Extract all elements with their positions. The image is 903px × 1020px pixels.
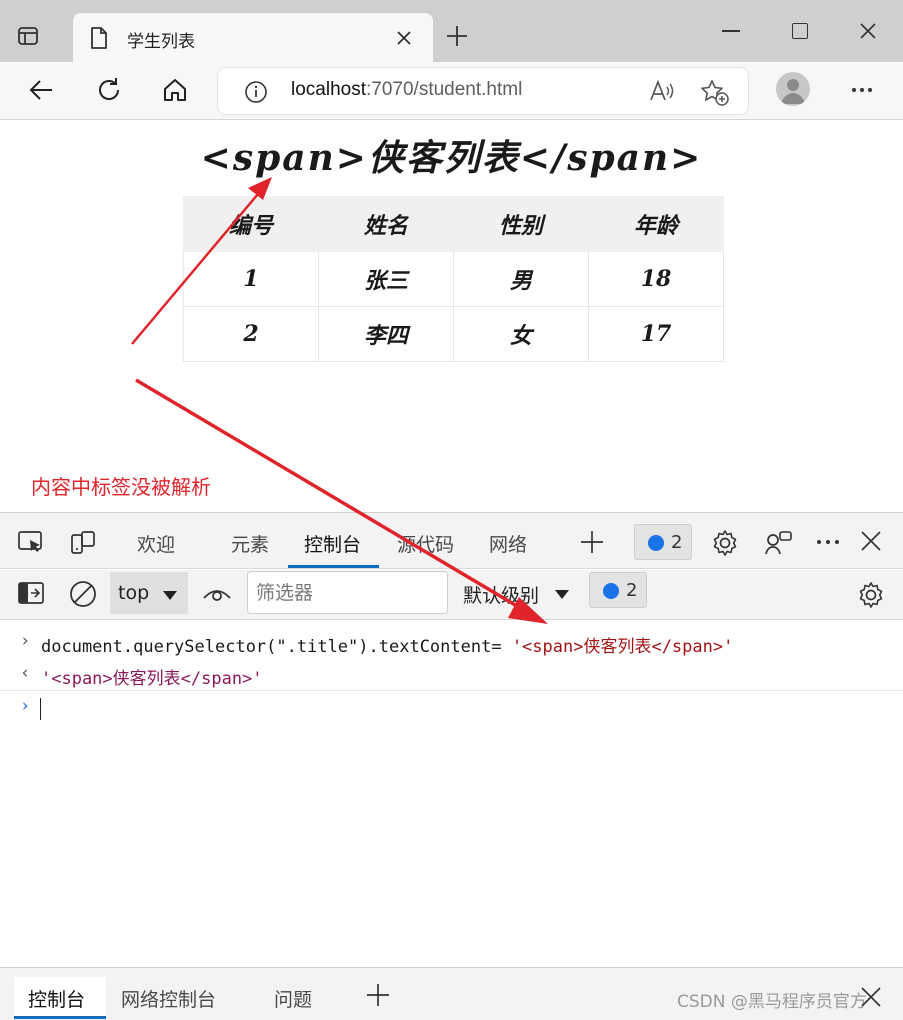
live-expression-eye-icon[interactable] xyxy=(202,583,232,609)
column-header: 性别 xyxy=(453,196,589,252)
chevron-right-icon: › xyxy=(20,631,31,651)
log-levels-dropdown[interactable]: 默认级别 xyxy=(463,581,539,608)
table-cell: 张三 xyxy=(318,251,454,307)
refresh-icon[interactable] xyxy=(95,76,123,108)
window-close-icon[interactable] xyxy=(858,21,878,45)
inspect-element-icon[interactable] xyxy=(17,529,45,559)
tab-strip: 学生列表 xyxy=(0,0,903,62)
message-icon xyxy=(648,535,664,551)
maximize-icon[interactable] xyxy=(792,23,808,39)
issues-counter-button[interactable]: 2 xyxy=(634,524,692,560)
column-header: 姓名 xyxy=(318,196,454,252)
toggle-sidebar-icon[interactable] xyxy=(17,581,45,609)
browser-toolbar: localhost:7070/student.html xyxy=(0,62,903,120)
minimize-icon[interactable] xyxy=(722,30,740,32)
watermark: CSDN @黑马程序员官方 xyxy=(677,992,867,1012)
console-code: document.querySelector(".title").textCon… xyxy=(41,637,512,657)
home-icon[interactable] xyxy=(161,76,189,108)
console-filter-bar: top 默认级别 2 xyxy=(0,570,903,620)
back-arrow-icon[interactable] xyxy=(28,76,56,108)
message-icon xyxy=(603,583,619,599)
read-aloud-icon[interactable] xyxy=(648,79,676,107)
issues-count: 2 xyxy=(626,580,638,601)
table-cell: 1 xyxy=(183,251,319,307)
clear-console-icon[interactable] xyxy=(69,580,97,612)
url-text[interactable]: localhost:7070/student.html xyxy=(291,79,522,101)
drawer-tab-issues[interactable]: 问题 xyxy=(274,985,312,1012)
caret-down-icon[interactable] xyxy=(554,586,570,605)
tab-elements[interactable]: 元素 xyxy=(231,530,269,557)
console-result-text: '<span>侠客列表</span>' xyxy=(41,669,263,689)
settings-gear-icon[interactable] xyxy=(711,529,739,561)
table-cell: 17 xyxy=(588,306,724,362)
chevron-left-icon: ‹ xyxy=(20,663,31,683)
console-input-line: › document.querySelector(".title").textC… xyxy=(0,627,903,659)
add-favorite-icon[interactable] xyxy=(700,79,730,111)
tab-actions-icon[interactable] xyxy=(16,24,52,52)
device-emulation-icon[interactable] xyxy=(69,529,97,561)
site-info-icon[interactable] xyxy=(244,80,268,108)
console-settings-gear-icon[interactable] xyxy=(857,581,885,613)
close-devtools-icon[interactable] xyxy=(859,529,883,557)
feedback-icon[interactable] xyxy=(764,529,794,561)
web-page: <span>侠客列表</span> 编号 姓名 性别 年龄 1 张三 男 18 … xyxy=(0,121,903,511)
table-cell: 18 xyxy=(588,251,724,307)
url-path: :7070/student.html xyxy=(366,79,523,100)
console-result-line: ‹ '<span>侠客列表</span>' xyxy=(0,659,903,691)
more-devtools-options-icon[interactable] xyxy=(815,529,841,559)
drawer-add-tab-icon[interactable] xyxy=(365,982,391,1012)
console-input-text: document.querySelector(".title").textCon… xyxy=(41,632,733,657)
caret-down-icon xyxy=(162,587,178,606)
close-tab-icon[interactable] xyxy=(395,29,413,51)
drawer-tab-network-console[interactable]: 网络控制台 xyxy=(121,985,216,1012)
active-tab-indicator xyxy=(288,565,379,568)
page-title: <span>侠客列表</span> xyxy=(200,137,703,179)
context-label: top xyxy=(118,582,150,604)
table-cell: 李四 xyxy=(318,306,454,362)
table-cell: 女 xyxy=(453,306,589,362)
more-tools-plus-icon[interactable] xyxy=(579,529,605,559)
table-header-row: 编号 姓名 性别 年龄 xyxy=(183,196,724,252)
address-bar[interactable]: localhost:7070/student.html xyxy=(218,68,748,114)
issues-count: 2 xyxy=(671,532,683,553)
tab-welcome[interactable]: 欢迎 xyxy=(137,530,175,557)
prompt-chevron-icon: › xyxy=(20,696,31,716)
tab-network[interactable]: 网络 xyxy=(489,530,527,557)
browser-tab[interactable]: 学生列表 xyxy=(73,13,433,62)
devtools-panel: 欢迎 元素 控制台 源代码 网络 2 top 筛选器 默认级别 2 › docu… xyxy=(0,512,903,1020)
more-options-icon[interactable] xyxy=(850,78,874,106)
new-tab-icon[interactable] xyxy=(445,24,469,52)
tab-sources[interactable]: 源代码 xyxy=(397,530,454,557)
close-drawer-icon[interactable] xyxy=(860,986,882,1012)
tab-title: 学生列表 xyxy=(127,32,195,52)
active-drawer-tab-indicator xyxy=(14,1016,106,1019)
issues-counter-button[interactable]: 2 xyxy=(589,572,647,608)
document-icon xyxy=(89,26,109,54)
column-header: 编号 xyxy=(183,196,319,252)
table-cell: 2 xyxy=(183,306,319,362)
url-host: localhost xyxy=(291,79,366,100)
student-table: 编号 姓名 性别 年龄 1 张三 男 18 2 李四 女 17 xyxy=(183,196,724,362)
annotation-label: 内容中标签没被解析 xyxy=(31,475,211,499)
devtools-tab-bar: 欢迎 元素 控制台 源代码 网络 2 xyxy=(0,513,903,569)
column-header: 年龄 xyxy=(588,196,724,252)
console-prompt-line[interactable]: › xyxy=(0,692,903,724)
drawer-tab-console[interactable]: 控制台 xyxy=(14,977,106,1019)
context-selector[interactable]: top xyxy=(110,572,188,614)
console-string: '<span>侠客列表</span>' xyxy=(511,637,734,657)
text-cursor xyxy=(40,698,41,720)
table-row: 1 张三 男 18 xyxy=(183,251,724,307)
profile-avatar[interactable] xyxy=(776,72,810,106)
console-output[interactable]: › document.querySelector(".title").textC… xyxy=(0,621,903,966)
drawer-tab-bar: 控制台 网络控制台 问题 CSDN @黑马程序员官方 xyxy=(0,967,903,1020)
filter-input[interactable] xyxy=(247,571,448,614)
table-cell: 男 xyxy=(453,251,589,307)
table-row: 2 李四 女 17 xyxy=(183,306,724,362)
tab-console[interactable]: 控制台 xyxy=(304,530,361,557)
